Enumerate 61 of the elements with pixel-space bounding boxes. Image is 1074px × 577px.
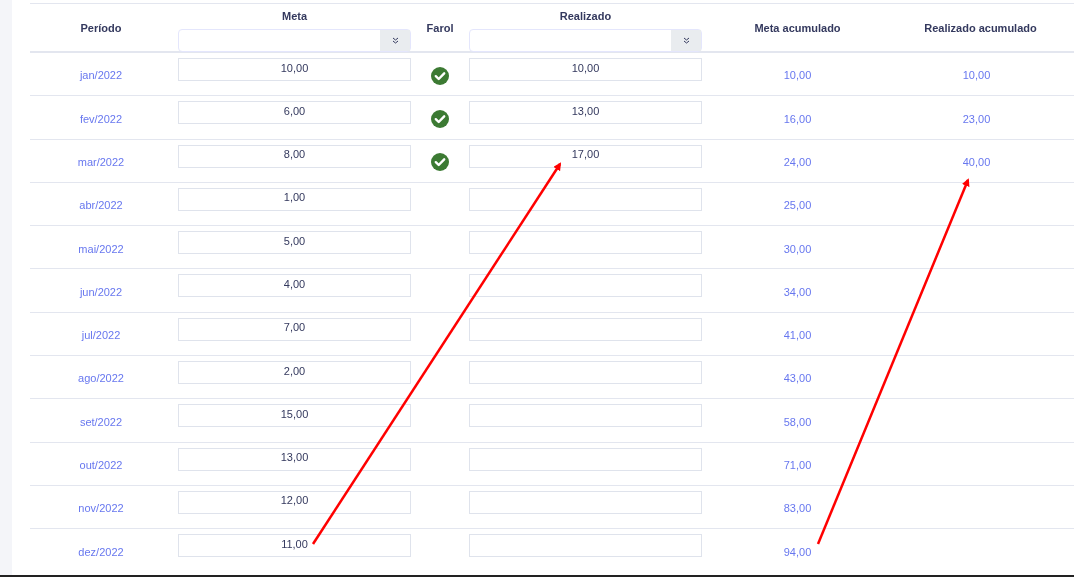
input-field[interactable]: [469, 361, 702, 385]
accumulated-value: 24,00: [783, 155, 812, 170]
column-header: Farol: [426, 21, 454, 35]
input-field[interactable]: [469, 187, 702, 211]
filter-select[interactable]: [178, 29, 411, 52]
input-field[interactable]: 15,00: [178, 404, 411, 428]
double-chevron-down-icon: [391, 37, 399, 44]
input-field[interactable]: [469, 317, 702, 341]
input-field[interactable]: 7,00: [178, 317, 411, 341]
input-field[interactable]: [469, 274, 702, 298]
period-text: mar/2022: [77, 155, 125, 170]
accumulated-value: 40,00: [962, 155, 991, 170]
accumulated-value: 10,00: [962, 68, 991, 84]
input-field[interactable]: 1,00: [178, 187, 411, 211]
filter-select[interactable]: [469, 29, 702, 52]
accumulated-value: 30,00: [783, 241, 812, 257]
column-header: Meta: [281, 9, 308, 23]
column-header: Realizado: [559, 9, 612, 23]
accumulated-value: 16,00: [783, 111, 812, 127]
input-field[interactable]: 6,00: [178, 101, 411, 125]
period-text: ago/2022: [78, 371, 124, 387]
input-field[interactable]: 8,00: [178, 144, 411, 168]
input-field[interactable]: 5,00: [178, 231, 411, 255]
period-text: out/2022: [79, 458, 123, 474]
input-field[interactable]: [469, 447, 702, 471]
period-text: fev/2022: [79, 111, 123, 127]
input-field[interactable]: [469, 231, 702, 255]
input-field[interactable]: 13,00: [178, 447, 411, 471]
double-chevron-down-icon: [682, 37, 690, 44]
input-field[interactable]: 4,00: [178, 274, 411, 298]
period-text: jan/2022: [79, 68, 123, 84]
input-field[interactable]: 13,00: [469, 101, 702, 125]
input-field[interactable]: 2,00: [178, 361, 411, 385]
period-text: set/2022: [79, 414, 123, 430]
accumulated-value: 43,00: [783, 371, 812, 387]
period-text: jul/2022: [81, 328, 121, 344]
period-text: nov/2022: [78, 501, 124, 517]
input-field[interactable]: [469, 534, 702, 558]
column-header: Realizado acumulado: [924, 21, 1037, 35]
accumulated-value: 94,00: [783, 545, 812, 561]
accumulated-value: 34,00: [783, 284, 812, 300]
accumulated-value: 83,00: [783, 501, 812, 517]
accumulated-value: 10,00: [783, 68, 812, 84]
input-field[interactable]: 17,00: [469, 144, 702, 168]
column-header: Meta acumulado: [754, 21, 841, 35]
period-text: mai/2022: [78, 241, 124, 257]
accumulated-value: 23,00: [962, 111, 991, 127]
period-text: jun/2022: [79, 284, 123, 300]
accumulated-value: 41,00: [783, 328, 812, 344]
accumulated-value: 71,00: [783, 458, 812, 474]
input-field[interactable]: [469, 490, 702, 514]
accumulated-value: 25,00: [783, 198, 812, 214]
accumulated-value: 58,00: [783, 414, 812, 430]
column-header: Período: [80, 21, 122, 35]
input-field[interactable]: 11,00: [178, 534, 411, 558]
period-text: dez/2022: [78, 545, 124, 561]
input-field[interactable]: 10,00: [469, 58, 702, 81]
period-text: abr/2022: [79, 198, 123, 214]
input-field[interactable]: 12,00: [178, 490, 411, 514]
input-field[interactable]: [469, 404, 702, 428]
input-field[interactable]: 10,00: [178, 58, 411, 81]
